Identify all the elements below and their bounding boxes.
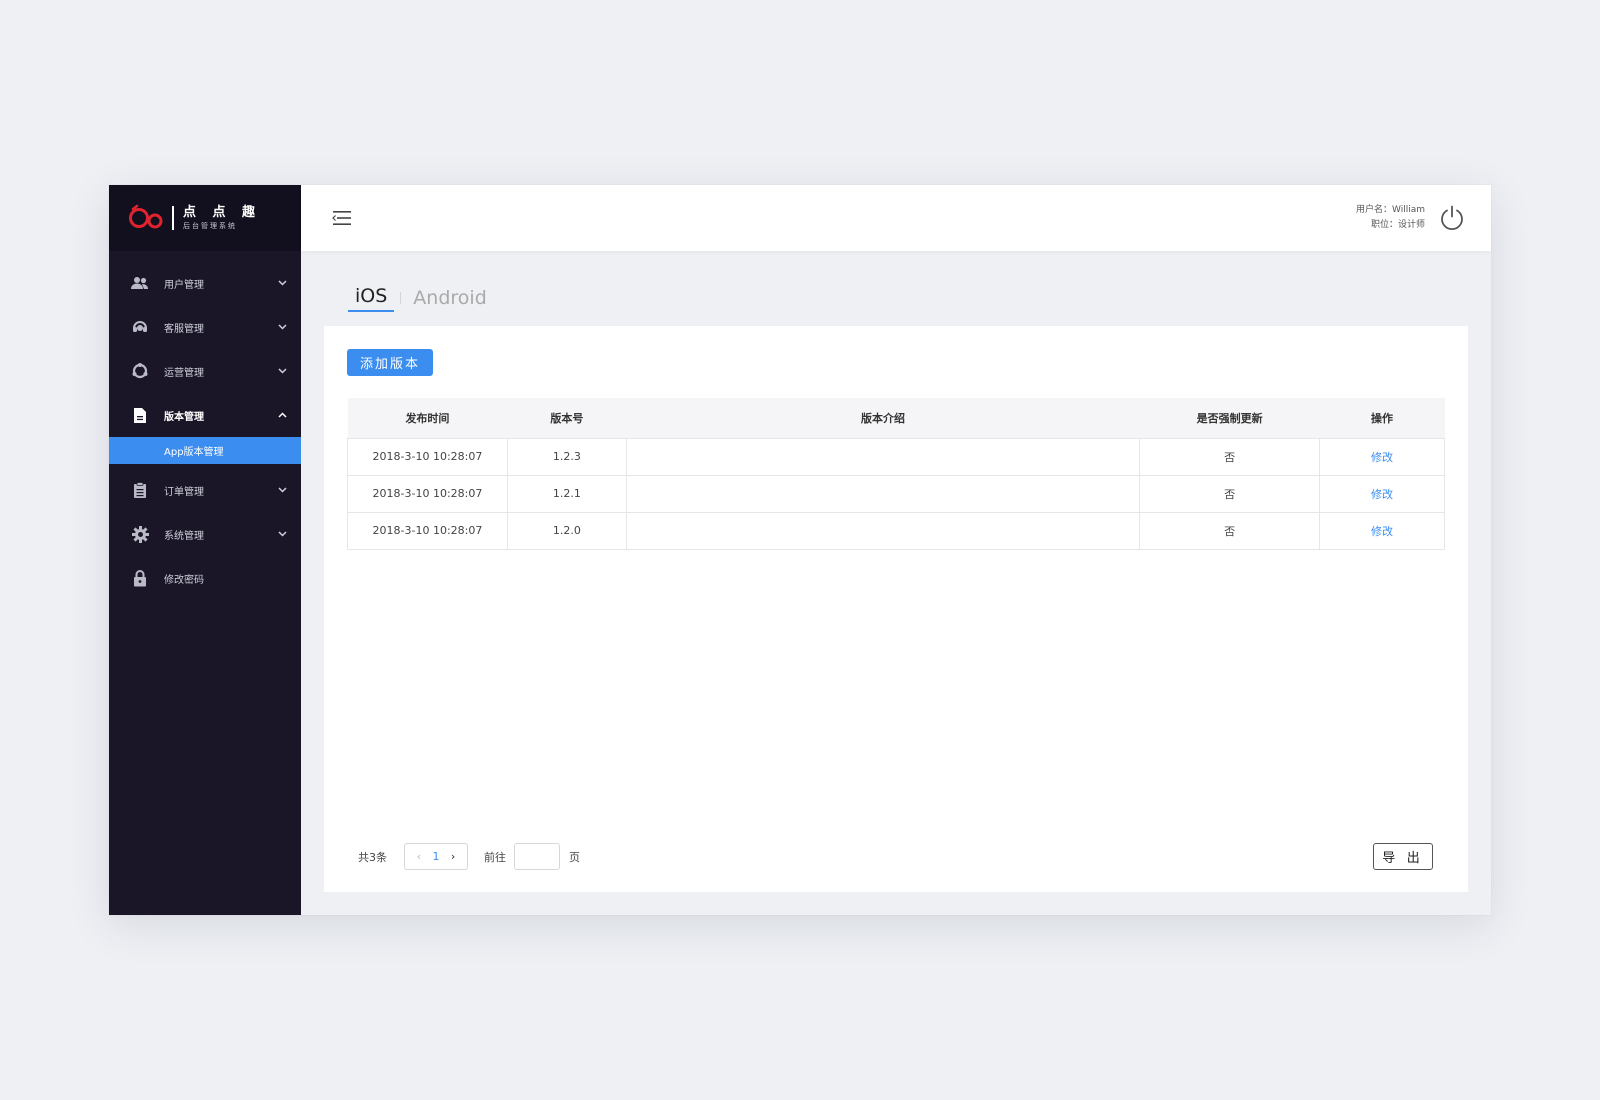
sidebar-item-label: 修改密码 — [164, 574, 204, 586]
header-action: 操作 — [1371, 411, 1394, 425]
goto-page-input[interactable] — [514, 843, 560, 870]
main-area: 用户名：William 职位：设计师 iOS Android 添加版本 发布时间… — [301, 185, 1491, 915]
cell-time: 2018-3-10 10:28:07 — [347, 437, 508, 476]
version-table: 发布时间 版本号 版本介绍 是否强制更新 操作 2018-3-10 10:28:… — [347, 398, 1445, 550]
table-header-row: 发布时间 版本号 版本介绍 是否强制更新 操作 — [347, 398, 1445, 438]
export-button[interactable]: 导 出 — [1373, 843, 1433, 870]
logo-icon — [129, 204, 163, 229]
users-icon — [131, 274, 149, 292]
cell-version: 1.2.3 — [506, 437, 627, 476]
page-navigator: ‹ 1 › — [404, 843, 468, 870]
table-row: 2018-3-10 10:28:07 1.2.1 否 修改 — [347, 474, 1445, 513]
cell-force: 否 — [1139, 511, 1321, 550]
content-area: iOS Android 添加版本 发布时间 版本号 版本介绍 是否强制更新 操作 — [301, 251, 1491, 915]
sidebar-item-customer-service[interactable]: 客服管理 — [109, 305, 301, 349]
edit-link[interactable]: 修改 — [1371, 451, 1393, 464]
sidebar-item-label: 订单管理 — [164, 486, 204, 498]
chevron-down-icon — [277, 529, 287, 539]
cell-action: 修改 — [1319, 474, 1445, 513]
sidebar-item-label: 系统管理 — [164, 530, 204, 542]
platform-tabs: iOS Android — [324, 251, 1468, 326]
header-force-update: 是否强制更新 — [1196, 411, 1263, 425]
brand-name: 点 点 趣 — [183, 205, 262, 220]
sidebar-item-label: 版本管理 — [164, 411, 204, 423]
prev-page-button[interactable]: ‹ — [417, 850, 421, 863]
sidebar-item-user-management[interactable]: 用户管理 — [109, 261, 301, 305]
cell-action: 修改 — [1319, 511, 1445, 550]
tab-android[interactable]: Android — [413, 287, 486, 312]
user-info: 用户名：William 职位：设计师 — [1356, 203, 1425, 233]
gear-icon — [131, 525, 149, 543]
header-intro: 版本介绍 — [861, 411, 906, 425]
cell-version: 1.2.0 — [506, 511, 627, 550]
tab-divider — [400, 292, 402, 304]
total-count: 共3条 — [358, 850, 387, 864]
app-window: 点 点 趣 后台管理系统 用户管理 客服管理 运营管理 版本管理 App版本管理… — [109, 185, 1491, 915]
sidebar-item-order-management[interactable]: 订单管理 — [109, 468, 301, 512]
sidebar-menu: 用户管理 客服管理 运营管理 版本管理 App版本管理 订单管理 系统管理 修改… — [109, 251, 301, 600]
goto-label: 前往 — [484, 850, 506, 864]
power-icon[interactable] — [1439, 205, 1465, 231]
sidebar-item-operations[interactable]: 运营管理 — [109, 349, 301, 393]
cell-intro — [625, 437, 1141, 476]
sidebar-item-system-management[interactable]: 系统管理 — [109, 512, 301, 556]
cell-intro — [625, 474, 1141, 513]
chevron-down-icon — [277, 322, 287, 332]
chevron-down-icon — [277, 485, 287, 495]
page-number-1[interactable]: 1 — [432, 850, 439, 863]
cell-force: 否 — [1139, 437, 1321, 476]
brand-header: 点 点 趣 后台管理系统 — [109, 185, 301, 251]
header-release-time: 发布时间 — [405, 411, 450, 425]
tab-ios[interactable]: iOS — [348, 285, 395, 312]
edit-link[interactable]: 修改 — [1371, 525, 1393, 538]
sidebar-item-change-password[interactable]: 修改密码 — [109, 556, 301, 600]
pagination: 共3条 ‹ 1 › 前往 页 — [358, 843, 580, 870]
chevron-down-icon — [277, 278, 287, 288]
table-row: 2018-3-10 10:28:07 1.2.0 否 修改 — [347, 511, 1445, 550]
clipboard-icon — [131, 481, 149, 499]
menu-toggle-icon[interactable] — [331, 207, 353, 229]
sidebar-item-version-management[interactable]: 版本管理 — [109, 393, 301, 437]
brand-text: 点 点 趣 后台管理系统 — [183, 205, 261, 231]
document-icon — [131, 406, 149, 424]
page-suffix: 页 — [569, 850, 580, 864]
sidebar-subitem-app-version[interactable]: App版本管理 — [109, 437, 301, 464]
headset-icon — [131, 318, 149, 336]
lock-icon — [131, 569, 149, 587]
header-version: 版本号 — [550, 411, 584, 425]
shield-icon — [131, 362, 149, 380]
version-panel: 添加版本 发布时间 版本号 版本介绍 是否强制更新 操作 2018-3-10 1… — [324, 326, 1468, 892]
top-bar: 用户名：William 职位：设计师 — [301, 185, 1491, 251]
cell-time: 2018-3-10 10:28:07 — [347, 474, 508, 513]
table-row: 2018-3-10 10:28:07 1.2.3 否 修改 — [347, 437, 1445, 476]
chevron-up-icon — [277, 410, 287, 420]
sidebar: 点 点 趣 后台管理系统 用户管理 客服管理 运营管理 版本管理 App版本管理… — [109, 185, 301, 915]
edit-link[interactable]: 修改 — [1371, 488, 1393, 501]
cell-force: 否 — [1139, 474, 1321, 513]
cell-action: 修改 — [1319, 437, 1445, 476]
sidebar-item-label: 客服管理 — [164, 323, 204, 335]
cell-version: 1.2.1 — [506, 474, 627, 513]
brand-divider — [172, 206, 174, 230]
brand-subtitle: 后台管理系统 — [183, 222, 237, 230]
add-version-button[interactable]: 添加版本 — [347, 349, 433, 376]
next-page-button[interactable]: › — [451, 850, 455, 863]
role-text: 职位：设计师 — [1370, 220, 1425, 230]
chevron-down-icon — [277, 366, 287, 376]
sidebar-item-label: 运营管理 — [164, 367, 204, 379]
cell-intro — [625, 511, 1141, 550]
sidebar-item-label: 用户管理 — [164, 279, 204, 291]
username-text: 用户名：William — [1356, 205, 1425, 215]
cell-time: 2018-3-10 10:28:07 — [347, 511, 508, 550]
